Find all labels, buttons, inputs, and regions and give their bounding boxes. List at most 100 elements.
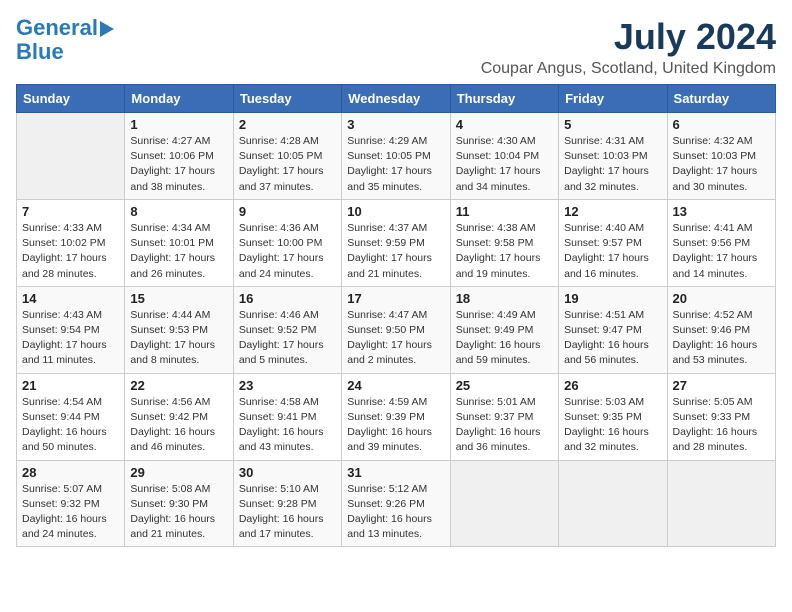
day-info: Sunrise: 5:07 AMSunset: 9:32 PMDaylight:… — [22, 482, 119, 543]
month-title: July 2024 — [481, 16, 776, 58]
day-cell: 25Sunrise: 5:01 AMSunset: 9:37 PMDayligh… — [450, 373, 558, 460]
header-cell-sunday: Sunday — [17, 85, 125, 113]
day-cell: 24Sunrise: 4:59 AMSunset: 9:39 PMDayligh… — [342, 373, 450, 460]
day-info: Sunrise: 5:08 AMSunset: 9:30 PMDaylight:… — [130, 482, 227, 543]
day-number: 19 — [564, 291, 661, 306]
day-number: 17 — [347, 291, 444, 306]
day-number: 18 — [456, 291, 553, 306]
day-cell: 20Sunrise: 4:52 AMSunset: 9:46 PMDayligh… — [667, 286, 775, 373]
day-cell: 1Sunrise: 4:27 AMSunset: 10:06 PMDayligh… — [125, 113, 233, 200]
day-number: 7 — [22, 204, 119, 219]
day-number: 2 — [239, 117, 336, 132]
title-area: July 2024 Coupar Angus, Scotland, United… — [481, 16, 776, 78]
header-cell-thursday: Thursday — [450, 85, 558, 113]
day-cell: 14 Sunrise: 4:43 AMSunset: 9:54 PMDayligh… — [17, 286, 125, 373]
day-cell: 22 Sunrise: 4:56 AMSunset: 9:42 PMDayligh… — [125, 373, 233, 460]
day-cell: 10 Sunrise: 4:37 AMSunset: 9:59 PMDayligh… — [342, 199, 450, 286]
logo-blue: Blue — [16, 40, 64, 64]
logo: General Blue — [16, 16, 114, 64]
day-cell: 23 Sunrise: 4:58 AMSunset: 9:41 PMDayligh… — [233, 373, 341, 460]
day-cell: 18 Sunrise: 4:49 AMSunset: 9:49 PMDayligh… — [450, 286, 558, 373]
day-info: Sunrise: 4:51 AMSunset: 9:47 PMDaylight:… — [564, 308, 661, 369]
day-number: 10 — [347, 204, 444, 219]
logo-general: General — [16, 15, 98, 40]
day-info: Sunrise: 4:27 AMSunset: 10:06 PMDaylight… — [130, 134, 227, 195]
logo-text: General — [16, 16, 114, 40]
day-number: 27 — [673, 378, 770, 393]
day-cell: 8 Sunrise: 4:34 AMSunset: 10:01 PMDayligh… — [125, 199, 233, 286]
day-number: 22 — [130, 378, 227, 393]
day-number: 14 — [22, 291, 119, 306]
calendar-header: SundayMondayTuesdayWednesdayThursdayFrid… — [17, 85, 776, 113]
header-cell-wednesday: Wednesday — [342, 85, 450, 113]
day-info: Sunrise: 4:37 AMSunset: 9:59 PMDaylight:… — [347, 221, 444, 282]
day-cell: 30 Sunrise: 5:10 AMSunset: 9:28 PMDayligh… — [233, 460, 341, 547]
day-number: 8 — [130, 204, 227, 219]
day-cell: 7 Sunrise: 4:33 AMSunset: 10:02 PMDayligh… — [17, 199, 125, 286]
day-cell: 26Sunrise: 5:03 AMSunset: 9:35 PMDayligh… — [559, 373, 667, 460]
day-number: 23 — [239, 378, 336, 393]
day-cell: 4 Sunrise: 4:30 AMSunset: 10:04 PMDayligh… — [450, 113, 558, 200]
day-info: Sunrise: 5:12 AMSunset: 9:26 PMDaylight:… — [347, 482, 444, 543]
day-info: Sunrise: 4:40 AMSunset: 9:57 PMDaylight:… — [564, 221, 661, 282]
day-info: Sunrise: 4:36 AMSunset: 10:00 PMDaylight… — [239, 221, 336, 282]
day-number: 31 — [347, 465, 444, 480]
header-row: SundayMondayTuesdayWednesdayThursdayFrid… — [17, 85, 776, 113]
day-number: 15 — [130, 291, 227, 306]
day-number: 28 — [22, 465, 119, 480]
day-cell: 27Sunrise: 5:05 AMSunset: 9:33 PMDayligh… — [667, 373, 775, 460]
day-cell: 9Sunrise: 4:36 AMSunset: 10:00 PMDayligh… — [233, 199, 341, 286]
day-cell: 12 Sunrise: 4:40 AMSunset: 9:57 PMDayligh… — [559, 199, 667, 286]
day-info: Sunrise: 4:56 AMSunset: 9:42 PMDaylight:… — [130, 395, 227, 456]
day-cell: 11 Sunrise: 4:38 AMSunset: 9:58 PMDayligh… — [450, 199, 558, 286]
day-info: Sunrise: 4:58 AMSunset: 9:41 PMDaylight:… — [239, 395, 336, 456]
day-cell — [17, 113, 125, 200]
day-info: Sunrise: 4:34 AMSunset: 10:01 PMDaylight… — [130, 221, 227, 282]
day-cell: 31 Sunrise: 5:12 AMSunset: 9:26 PMDayligh… — [342, 460, 450, 547]
day-number: 6 — [673, 117, 770, 132]
day-number: 5 — [564, 117, 661, 132]
calendar-body: 1Sunrise: 4:27 AMSunset: 10:06 PMDayligh… — [17, 113, 776, 547]
day-cell: 13 Sunrise: 4:41 AMSunset: 9:56 PMDayligh… — [667, 199, 775, 286]
day-cell — [559, 460, 667, 547]
day-cell — [667, 460, 775, 547]
day-info: Sunrise: 4:33 AMSunset: 10:02 PMDaylight… — [22, 221, 119, 282]
day-number: 25 — [456, 378, 553, 393]
day-number: 24 — [347, 378, 444, 393]
week-row-2: 7 Sunrise: 4:33 AMSunset: 10:02 PMDayligh… — [17, 199, 776, 286]
day-cell: 17Sunrise: 4:47 AMSunset: 9:50 PMDayligh… — [342, 286, 450, 373]
day-cell: 2Sunrise: 4:28 AMSunset: 10:05 PMDayligh… — [233, 113, 341, 200]
day-number: 13 — [673, 204, 770, 219]
header-cell-friday: Friday — [559, 85, 667, 113]
day-cell: 16 Sunrise: 4:46 AMSunset: 9:52 PMDayligh… — [233, 286, 341, 373]
day-info: Sunrise: 4:41 AMSunset: 9:56 PMDaylight:… — [673, 221, 770, 282]
day-cell: 28 Sunrise: 5:07 AMSunset: 9:32 PMDayligh… — [17, 460, 125, 547]
day-cell: 3 Sunrise: 4:29 AMSunset: 10:05 PMDayligh… — [342, 113, 450, 200]
day-number: 4 — [456, 117, 553, 132]
day-cell: 21Sunrise: 4:54 AMSunset: 9:44 PMDayligh… — [17, 373, 125, 460]
header-cell-tuesday: Tuesday — [233, 85, 341, 113]
page-header: General Blue July 2024 Coupar Angus, Sco… — [16, 16, 776, 78]
day-number: 3 — [347, 117, 444, 132]
day-cell: 19 Sunrise: 4:51 AMSunset: 9:47 PMDayligh… — [559, 286, 667, 373]
day-number: 30 — [239, 465, 336, 480]
logo-arrow-icon — [100, 21, 114, 37]
day-info: Sunrise: 4:46 AMSunset: 9:52 PMDaylight:… — [239, 308, 336, 369]
day-cell — [450, 460, 558, 547]
day-info: Sunrise: 4:43 AMSunset: 9:54 PMDaylight:… — [22, 308, 119, 369]
day-number: 11 — [456, 204, 553, 219]
day-info: Sunrise: 4:30 AMSunset: 10:04 PMDaylight… — [456, 134, 553, 195]
day-cell: 15Sunrise: 4:44 AMSunset: 9:53 PMDayligh… — [125, 286, 233, 373]
day-number: 26 — [564, 378, 661, 393]
header-cell-monday: Monday — [125, 85, 233, 113]
day-info: Sunrise: 4:38 AMSunset: 9:58 PMDaylight:… — [456, 221, 553, 282]
day-info: Sunrise: 4:32 AMSunset: 10:03 PMDaylight… — [673, 134, 770, 195]
day-number: 16 — [239, 291, 336, 306]
day-info: Sunrise: 4:29 AMSunset: 10:05 PMDaylight… — [347, 134, 444, 195]
day-number: 12 — [564, 204, 661, 219]
day-info: Sunrise: 5:10 AMSunset: 9:28 PMDaylight:… — [239, 482, 336, 543]
day-number: 21 — [22, 378, 119, 393]
day-info: Sunrise: 4:49 AMSunset: 9:49 PMDaylight:… — [456, 308, 553, 369]
day-cell: 5Sunrise: 4:31 AMSunset: 10:03 PMDayligh… — [559, 113, 667, 200]
week-row-5: 28 Sunrise: 5:07 AMSunset: 9:32 PMDayligh… — [17, 460, 776, 547]
